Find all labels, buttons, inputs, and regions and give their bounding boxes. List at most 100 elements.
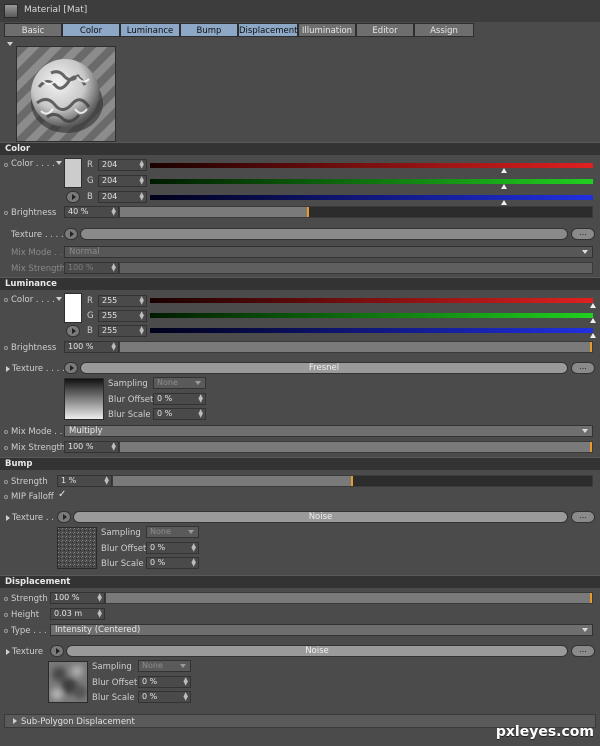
g-slider[interactable]	[150, 313, 593, 318]
animation-dot[interactable]	[4, 597, 8, 601]
r-input[interactable]: 255 ▲ ▼	[98, 295, 147, 307]
tab-editor[interactable]: Editor	[356, 23, 414, 37]
sampling-dropdown[interactable]: None	[153, 377, 206, 389]
b-input[interactable]: 255 ▲ ▼	[98, 325, 147, 337]
bluroffset-input[interactable]: 0 % ▲ ▼	[153, 393, 206, 405]
section-displacement-header[interactable]: Displacement	[0, 575, 600, 588]
r-slider-handle[interactable]	[590, 303, 596, 308]
bluroffset-input[interactable]: 0 % ▲ ▼	[138, 676, 191, 688]
mixmode-dropdown[interactable]: Normal	[64, 246, 593, 258]
spinner-icon[interactable]: ▲ ▼	[139, 160, 144, 170]
animation-dot[interactable]	[4, 446, 8, 450]
g-input[interactable]: 255 ▲ ▼	[98, 310, 147, 322]
texture-more-button[interactable]: ...	[571, 362, 595, 374]
spinner-icon[interactable]: ▲ ▼	[183, 677, 188, 687]
texture-more-button[interactable]: ...	[571, 645, 595, 657]
spinner-icon[interactable]: ▲ ▼	[139, 311, 144, 321]
b-input[interactable]: 204 ▲ ▼	[98, 191, 147, 203]
texture-more-button[interactable]: ...	[571, 228, 595, 240]
tab-displacement[interactable]: Displacement	[238, 23, 298, 37]
texture-field[interactable]	[80, 228, 568, 240]
spinner-icon[interactable]: ▲ ▼	[111, 263, 116, 273]
expand-triangle-icon[interactable]	[13, 718, 17, 724]
animation-dot[interactable]	[4, 629, 8, 633]
tab-illumination[interactable]: Illumination	[298, 23, 356, 37]
mixstrength-input[interactable]: 100 % ▲ ▼	[64, 441, 119, 453]
r-input[interactable]: 204 ▲ ▼	[98, 159, 147, 171]
circle-arrow-icon[interactable]	[66, 325, 80, 337]
noise-thumbnail[interactable]	[57, 527, 97, 569]
chevron-down-icon[interactable]	[56, 161, 62, 165]
expand-triangle-icon[interactable]	[6, 515, 10, 521]
spinner-icon[interactable]: ▲ ▼	[97, 593, 102, 603]
mixstrength-input[interactable]: 100 % ▲ ▼	[64, 262, 119, 274]
tab-bump[interactable]: Bump	[180, 23, 238, 37]
spinner-icon[interactable]: ▲ ▼	[111, 342, 116, 352]
strength-input[interactable]: 100 % ▲ ▼	[50, 592, 105, 604]
sampling-dropdown[interactable]: None	[146, 526, 199, 538]
tab-color[interactable]: Color	[62, 23, 120, 37]
texture-field[interactable]: Noise	[66, 645, 568, 657]
color-swatch[interactable]	[64, 158, 82, 188]
mixstrength-slider[interactable]	[119, 441, 593, 453]
animation-dot[interactable]	[4, 430, 8, 434]
brightness-input[interactable]: 40 % ▲ ▼	[64, 206, 119, 218]
g-slider-handle[interactable]	[501, 184, 508, 189]
section-color-header[interactable]: Color	[0, 142, 600, 155]
b-slider[interactable]	[150, 328, 593, 333]
spinner-icon[interactable]: ▲ ▼	[191, 558, 196, 568]
animation-dot[interactable]	[4, 211, 8, 215]
r-slider-handle[interactable]	[501, 168, 508, 173]
b-slider-handle[interactable]	[590, 333, 596, 338]
circle-arrow-icon[interactable]	[66, 191, 80, 203]
spinner-icon[interactable]: ▲ ▼	[97, 609, 102, 619]
strength-slider[interactable]	[112, 475, 593, 487]
brightness-slider[interactable]	[119, 341, 593, 353]
strength-input[interactable]: 1 % ▲ ▼	[57, 475, 112, 487]
strength-slider[interactable]	[105, 592, 593, 604]
bluroffset-input[interactable]: 0 % ▲ ▼	[146, 542, 199, 554]
circle-arrow-icon[interactable]	[57, 511, 71, 523]
color-swatch[interactable]	[64, 293, 82, 323]
b-slider[interactable]	[150, 195, 593, 200]
spinner-icon[interactable]: ▲ ▼	[111, 207, 116, 217]
texture-more-button[interactable]: ...	[571, 511, 595, 523]
section-bump-header[interactable]: Bump	[0, 457, 600, 470]
type-dropdown[interactable]: Intensity (Centered)	[50, 624, 593, 636]
circle-arrow-icon[interactable]	[50, 645, 64, 657]
blurscale-input[interactable]: 0 % ▲ ▼	[153, 408, 206, 420]
brightness-input[interactable]: 100 % ▲ ▼	[64, 341, 119, 353]
animation-dot[interactable]	[4, 346, 8, 350]
spinner-icon[interactable]: ▲ ▼	[139, 192, 144, 202]
texture-field[interactable]: Noise	[73, 511, 568, 523]
tab-basic[interactable]: Basic	[4, 23, 62, 37]
spinner-icon[interactable]: ▲ ▼	[139, 296, 144, 306]
preview-collapse-icon[interactable]	[7, 42, 13, 46]
section-luminance-header[interactable]: Luminance	[0, 277, 600, 290]
animation-dot[interactable]	[4, 495, 8, 499]
expand-triangle-icon[interactable]	[6, 366, 10, 372]
material-preview[interactable]	[16, 46, 116, 142]
spinner-icon[interactable]: ▲ ▼	[191, 543, 196, 553]
brightness-slider[interactable]	[119, 206, 593, 218]
fresnel-thumbnail[interactable]	[64, 378, 104, 420]
texture-field[interactable]: Fresnel	[80, 362, 568, 374]
animation-dot[interactable]	[4, 163, 8, 167]
checkmark-icon[interactable]: ✓	[58, 489, 66, 500]
blurscale-input[interactable]: 0 % ▲ ▼	[138, 691, 191, 703]
chevron-down-icon[interactable]	[56, 297, 62, 301]
r-slider[interactable]	[150, 298, 593, 303]
mixstrength-slider[interactable]	[119, 262, 593, 274]
r-slider[interactable]	[150, 163, 593, 168]
circle-arrow-icon[interactable]	[64, 228, 78, 240]
circle-arrow-icon[interactable]	[64, 362, 78, 374]
noise-thumbnail[interactable]	[48, 661, 88, 703]
tab-luminance[interactable]: Luminance	[120, 23, 180, 37]
spinner-icon[interactable]: ▲ ▼	[198, 394, 203, 404]
tab-assign[interactable]: Assign	[414, 23, 474, 37]
animation-dot[interactable]	[4, 480, 8, 484]
spinner-icon[interactable]: ▲ ▼	[198, 409, 203, 419]
expand-triangle-icon[interactable]	[6, 649, 10, 655]
animation-dot[interactable]	[4, 613, 8, 617]
spinner-icon[interactable]: ▲ ▼	[139, 176, 144, 186]
